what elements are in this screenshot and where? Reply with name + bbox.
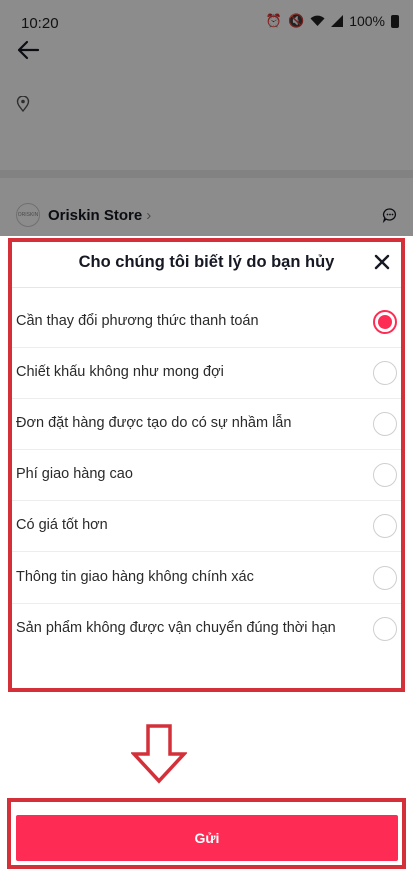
radio-button-selected[interactable] xyxy=(373,310,397,334)
reason-option[interactable]: Đơn đặt hàng được tạo do có sự nhầm lẫn xyxy=(12,399,401,450)
radio-button[interactable] xyxy=(373,412,397,436)
modal-overlay[interactable] xyxy=(0,0,413,236)
reason-option[interactable]: Phí giao hàng cao xyxy=(12,450,401,501)
close-icon[interactable] xyxy=(371,251,393,273)
reason-option[interactable]: Có giá tốt hơn xyxy=(12,501,401,552)
reason-option-label: Thông tin giao hàng không chính xác xyxy=(16,569,254,585)
radio-button[interactable] xyxy=(373,566,397,590)
reason-option-label: Có giá tốt hơn xyxy=(16,517,108,533)
reason-option-label: Phí giao hàng cao xyxy=(16,466,133,482)
reason-option-label: Đơn đặt hàng được tạo do có sự nhầm lẫn xyxy=(16,415,292,431)
annotation-down-arrow-icon xyxy=(131,724,187,784)
reason-option[interactable]: Chiết khấu không như mong đợi xyxy=(12,348,401,399)
radio-button[interactable] xyxy=(373,361,397,385)
sheet-header: Cho chúng tôi biết lý do bạn hủy xyxy=(12,242,401,288)
radio-button[interactable] xyxy=(373,463,397,487)
reason-option-label: Sản phẩm không được vận chuyển đúng thời… xyxy=(16,620,336,636)
reason-option[interactable]: Thông tin giao hàng không chính xác xyxy=(12,553,401,604)
reason-option-label: Cần thay đổi phương thức thanh toán xyxy=(16,313,259,329)
sheet-title: Cho chúng tôi biết lý do bạn hủy xyxy=(78,253,335,271)
radio-button[interactable] xyxy=(373,617,397,641)
reason-option[interactable]: Sản phẩm không được vận chuyển đúng thời… xyxy=(12,604,401,655)
submit-button[interactable]: Gửi xyxy=(16,815,398,861)
reason-option[interactable]: Cần thay đổi phương thức thanh toán xyxy=(12,297,401,348)
radio-button[interactable] xyxy=(373,514,397,538)
reason-option-label: Chiết khấu không như mong đợi xyxy=(16,364,224,380)
background-order-screen: 10:20 ⏰ 🔇 100% ORISKIN Oriskin Store › xyxy=(0,0,413,236)
